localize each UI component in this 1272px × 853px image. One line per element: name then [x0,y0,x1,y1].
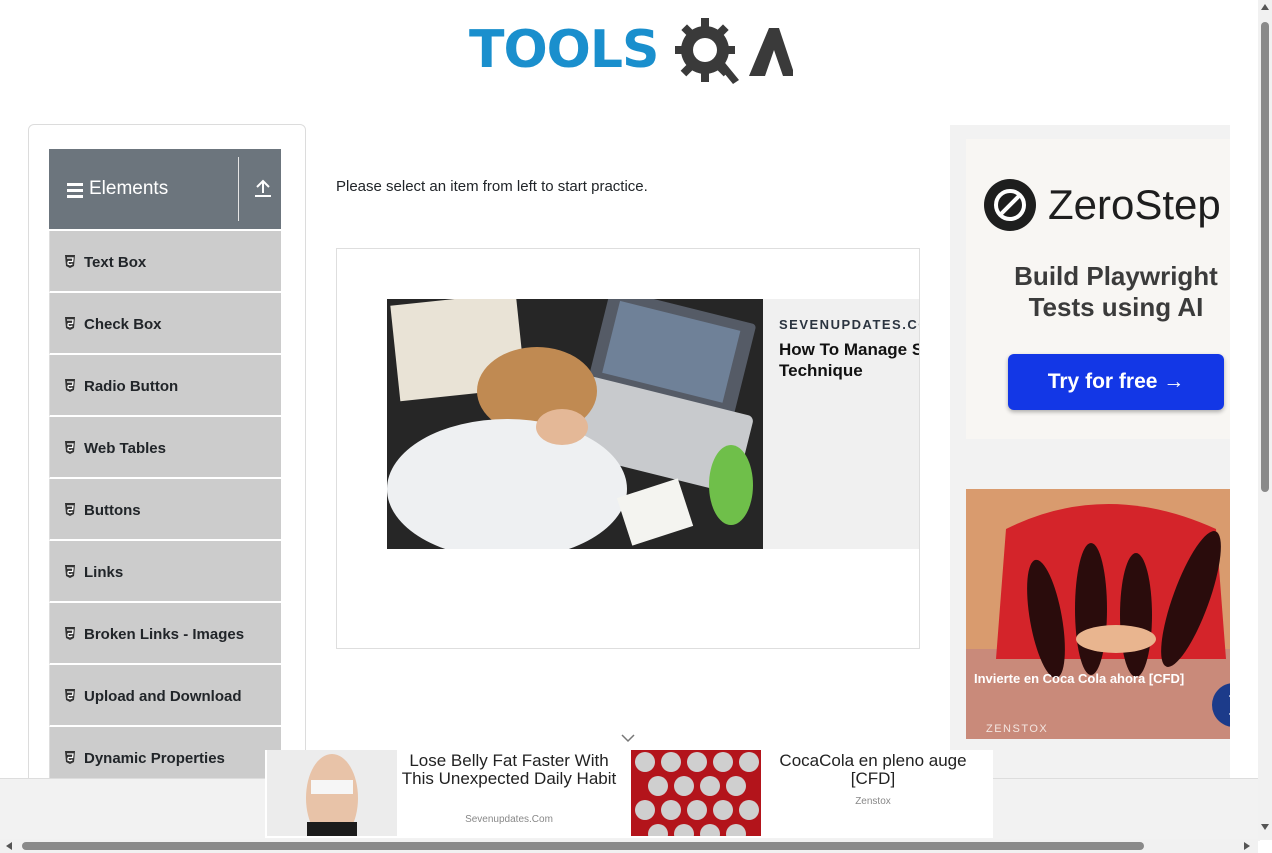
bottom-ad-cocacola[interactable]: CocaCola en pleno auge [CFD] Zenstox [629,750,993,838]
logo-text: TOOLS [469,20,659,80]
sidebar-item-links[interactable]: Links [49,541,281,603]
sidebar-card: Elements Text Box Check Box Radio Button… [28,124,306,826]
tagline-line1: Build Playwright [1014,261,1218,291]
bottom-ad-belly-fat[interactable]: Lose Belly Fat Faster With This Unexpect… [265,750,629,838]
bottom-ad-thumbnail [267,750,397,836]
zerostep-ad[interactable]: ZeroStep Build Playwright Tests using AI… [966,139,1230,439]
scroll-left-arrow-icon[interactable] [6,842,12,850]
collapse-up-icon[interactable] [254,179,272,199]
coca-cola-ad[interactable]: Invierte en Coca Cola ahora [CFD] ZENSTO… [966,489,1230,739]
html5-icon [65,503,75,516]
sidebar-item-upload-download[interactable]: Upload and Download [49,665,281,727]
ad-source: SEVENUPDATES.COM [779,317,919,332]
horizontal-scrollbar[interactable] [0,839,1258,853]
next-arrow-button[interactable] [1212,683,1230,727]
sidebar-item-label: Links [84,564,124,581]
sidebar-item-label: Broken Links - Images [84,626,245,643]
bottom-ad-headline: Lose Belly Fat Faster With This Unexpect… [401,751,617,788]
sidebar-item-label: Dynamic Properties [84,750,225,767]
coca-cola-bottles-image [966,489,1230,739]
right-ad-container: ZeroStep Build Playwright Tests using AI… [950,125,1230,778]
bottom-ad-source: Zenstox [855,796,891,807]
bottom-ad-thumbnail [631,750,761,836]
stressed-woman-laptop-image [387,299,763,549]
bottom-ad-source: Sevenupdates.Com [465,814,553,825]
chevron-down-icon[interactable] [620,732,636,744]
scroll-right-arrow-icon[interactable] [1244,842,1250,850]
group-title: Elements [89,178,169,199]
vertical-scrollbar[interactable] [1258,0,1272,840]
ad-image[interactable] [387,299,763,549]
header-divider [238,157,239,221]
html5-icon [65,689,75,702]
sidebar-item-label: Text Box [84,254,147,271]
sidebar-item-label: Web Tables [84,440,166,457]
sidebar-item-text-box[interactable]: Text Box [49,231,281,293]
html5-icon [65,255,75,268]
sidebar-item-broken-links[interactable]: Broken Links - Images [49,603,281,665]
menu-icon [67,183,83,201]
sidebar-item-check-box[interactable]: Check Box [49,293,281,355]
ad-headline[interactable]: How To Manage Stre Technique [779,339,919,381]
html5-icon [65,317,75,330]
html5-icon [65,441,75,454]
zerostep-brand: ZeroStep [1048,181,1221,228]
ad-headline-line1: How To Manage Stre [779,340,919,359]
vertical-scroll-thumb[interactable] [1261,22,1269,492]
intro-text: Please select an item from left to start… [336,178,648,195]
try-for-free-button[interactable]: Try for free → [1008,354,1224,410]
center-ad-container: SEVENUPDATES.COM How To Manage Stre Tech… [336,248,920,649]
html5-icon [65,751,75,764]
html5-icon [65,565,75,578]
html5-icon [65,379,75,392]
zerostep-logo-icon [984,179,1036,231]
zerostep-tagline: Build Playwright Tests using AI [986,261,1230,323]
sidebar-item-buttons[interactable]: Buttons [49,479,281,541]
html5-icon [65,627,75,640]
coca-cola-caption: Invierte en Coca Cola ahora [CFD] [974,671,1185,686]
toolsqa-logo[interactable]: TOOLS [469,16,793,90]
gear-qa-icon [675,18,793,84]
sidebar-item-radio-button[interactable]: Radio Button [49,355,281,417]
tagline-line2: Tests using AI [1028,292,1204,322]
coca-cola-source: ZENSTOX [986,723,1049,735]
sidebar-item-label: Buttons [84,502,141,519]
elements-menu-list: Text Box Check Box Radio Button Web Tabl… [49,231,281,789]
ad-text-panel[interactable]: SEVENUPDATES.COM How To Manage Stre Tech… [763,299,919,549]
chevron-right-icon [1228,695,1230,715]
ad-headline-line2: Technique [779,361,863,380]
sidebar-item-label: Check Box [84,316,162,333]
sidebar-item-label: Radio Button [84,378,179,395]
sidebar-item-web-tables[interactable]: Web Tables [49,417,281,479]
bottom-ad-headline: CocaCola en pleno auge [CFD] [779,751,967,788]
elements-group-header[interactable]: Elements [49,149,281,229]
sidebar-item-label: Upload and Download [84,688,242,705]
horizontal-scroll-thumb[interactable] [22,842,1144,850]
scroll-up-arrow-icon[interactable] [1261,4,1269,10]
scroll-down-arrow-icon[interactable] [1261,824,1269,830]
